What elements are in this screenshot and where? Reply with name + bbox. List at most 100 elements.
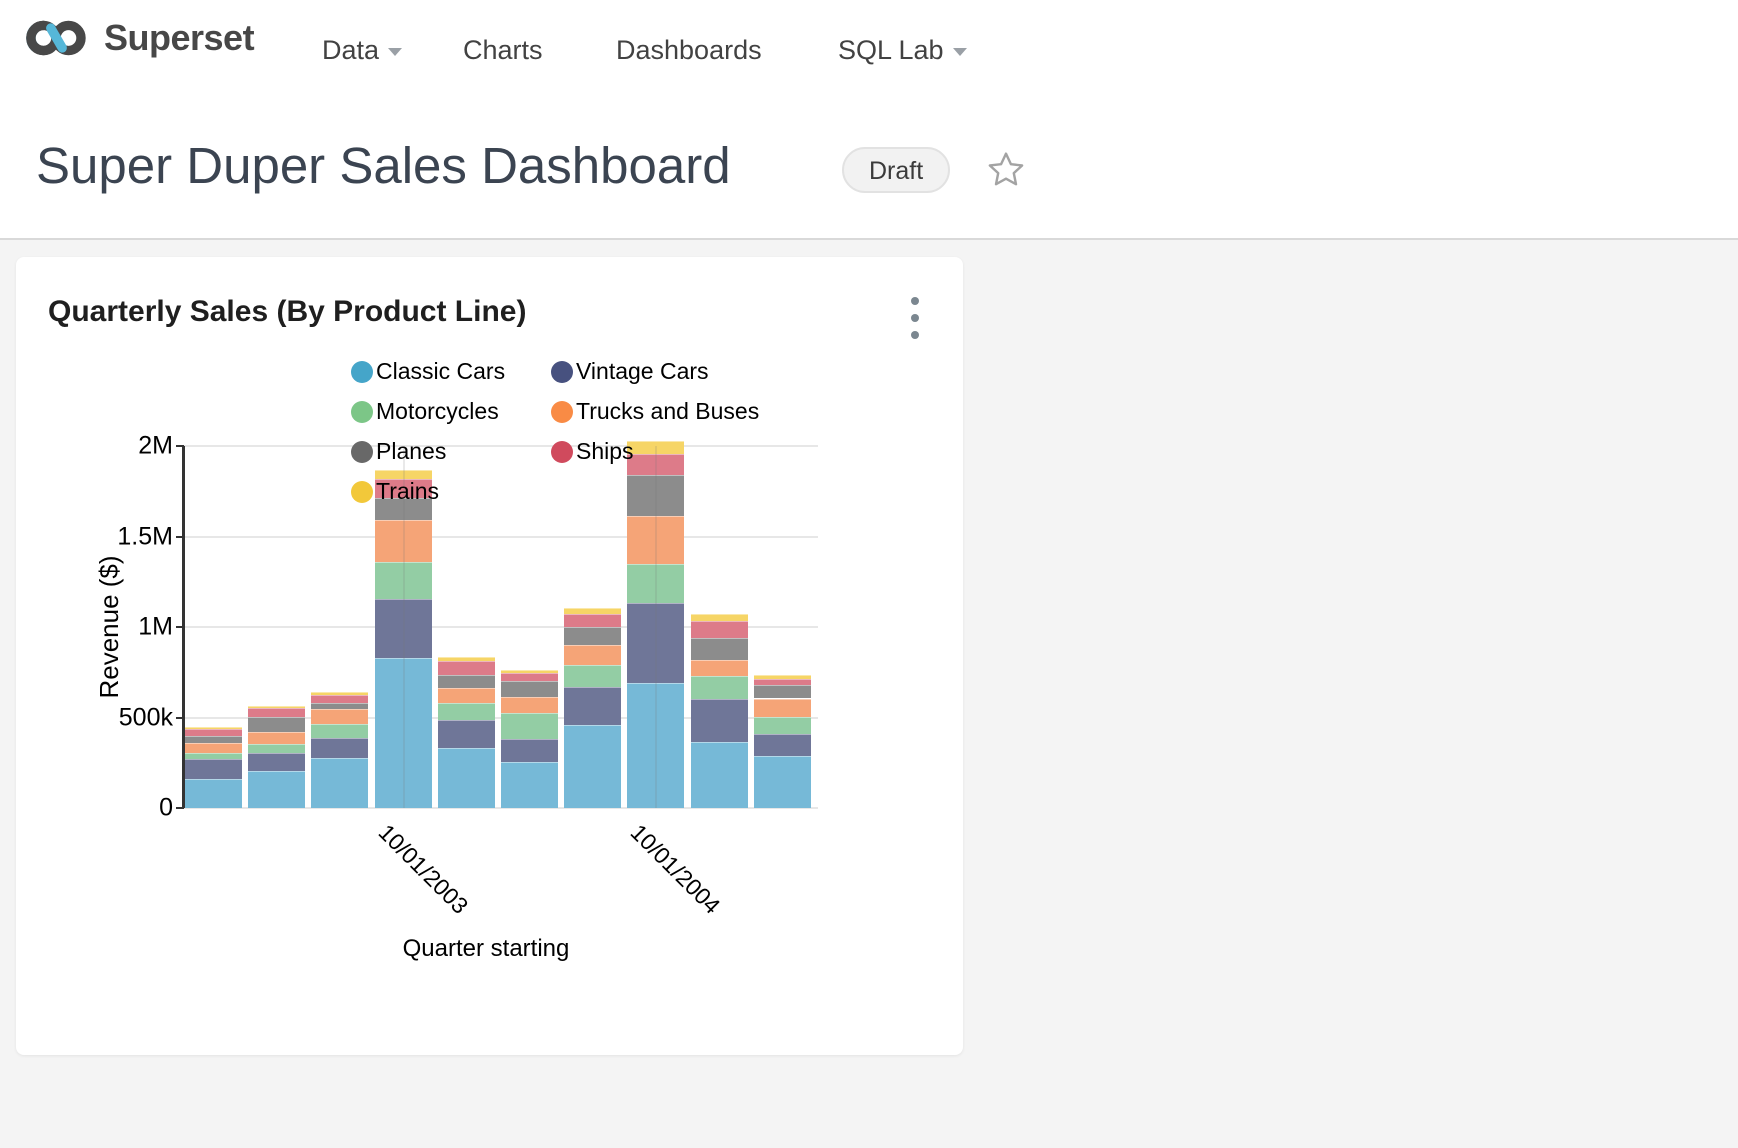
- bar-segment-trucks-and-buses[interactable]: [564, 645, 621, 665]
- bar-segment-planes[interactable]: [438, 675, 495, 688]
- legend-label: Ships: [576, 438, 634, 465]
- legend-item-trains[interactable]: Trains: [351, 478, 439, 505]
- bar-segment-ships[interactable]: [438, 661, 495, 675]
- legend-label: Classic Cars: [376, 358, 505, 385]
- bar-segment-planes[interactable]: [501, 681, 558, 696]
- bar-quarter-10[interactable]: [754, 675, 811, 808]
- bar-segment-planes[interactable]: [185, 736, 242, 743]
- legend-item-vintage-cars[interactable]: Vintage Cars: [551, 358, 709, 385]
- bar-segment-motorcycles[interactable]: [311, 724, 368, 738]
- x-tick-label: 10/01/2003: [372, 819, 472, 919]
- bar-segment-classic-cars[interactable]: [438, 748, 495, 808]
- bar-segment-motorcycles[interactable]: [564, 665, 621, 687]
- y-gridline: [183, 445, 818, 447]
- legend-item-classic-cars[interactable]: Classic Cars: [351, 358, 505, 385]
- nav-item-label: Charts: [463, 35, 543, 66]
- legend-swatch: [351, 401, 373, 423]
- bar-segment-classic-cars[interactable]: [564, 725, 621, 808]
- nav-item-charts[interactable]: Charts: [463, 0, 543, 100]
- bar-segment-trucks-and-buses[interactable]: [185, 743, 242, 753]
- superset-logo[interactable]: Superset: [22, 14, 254, 62]
- bar-segment-vintage-cars[interactable]: [754, 734, 811, 756]
- bar-segment-motorcycles[interactable]: [185, 753, 242, 759]
- bar-quarter-5[interactable]: [438, 657, 495, 808]
- legend-swatch: [351, 481, 373, 503]
- bar-segment-classic-cars[interactable]: [691, 742, 748, 808]
- legend-item-trucks-and-buses[interactable]: Trucks and Buses: [551, 398, 759, 425]
- bar-quarter-2[interactable]: [248, 706, 305, 808]
- bar-segment-trains[interactable]: [501, 670, 558, 674]
- bar-segment-classic-cars[interactable]: [311, 758, 368, 808]
- bar-segment-trains[interactable]: [438, 657, 495, 662]
- bar-segment-classic-cars[interactable]: [248, 771, 305, 808]
- y-tick-label: 1.5M: [73, 522, 173, 551]
- bar-segment-ships[interactable]: [185, 729, 242, 735]
- legend-item-ships[interactable]: Ships: [551, 438, 634, 465]
- bar-segment-planes[interactable]: [564, 627, 621, 645]
- bar-segment-motorcycles[interactable]: [501, 713, 558, 739]
- bar-segment-classic-cars[interactable]: [501, 762, 558, 808]
- legend-swatch: [551, 361, 573, 383]
- bar-segment-motorcycles[interactable]: [691, 676, 748, 700]
- bar-segment-ships[interactable]: [564, 614, 621, 627]
- bar-segment-ships[interactable]: [501, 673, 558, 681]
- bar-segment-trucks-and-buses[interactable]: [248, 732, 305, 744]
- nav-item-data[interactable]: Data: [322, 0, 402, 100]
- bar-segment-ships[interactable]: [691, 621, 748, 638]
- nav-item-label: Data: [322, 35, 379, 66]
- bar-segment-vintage-cars[interactable]: [311, 738, 368, 758]
- bar-segment-vintage-cars[interactable]: [691, 699, 748, 742]
- bar-segment-vintage-cars[interactable]: [438, 720, 495, 748]
- legend-item-planes[interactable]: Planes: [351, 438, 446, 465]
- legend-label: Motorcycles: [376, 398, 499, 425]
- bar-segment-trains[interactable]: [691, 614, 748, 620]
- bar-segment-motorcycles[interactable]: [754, 717, 811, 734]
- bar-segment-trucks-and-buses[interactable]: [311, 709, 368, 723]
- bar-segment-vintage-cars[interactable]: [248, 753, 305, 771]
- x-gridline: [655, 446, 657, 808]
- bar-segment-trucks-and-buses[interactable]: [691, 660, 748, 676]
- bar-segment-ships[interactable]: [311, 695, 368, 703]
- chevron-down-icon: [953, 48, 967, 56]
- status-badge: Draft: [842, 147, 950, 193]
- legend-item-motorcycles[interactable]: Motorcycles: [351, 398, 499, 425]
- bar-segment-vintage-cars[interactable]: [185, 759, 242, 779]
- stacked-bar-chart: 0500k1M1.5M2MRevenue ($)10/01/200310/01/…: [16, 257, 963, 1055]
- bar-segment-motorcycles[interactable]: [248, 744, 305, 753]
- bar-quarter-3[interactable]: [311, 692, 368, 808]
- bar-segment-trucks-and-buses[interactable]: [501, 697, 558, 713]
- bar-segment-vintage-cars[interactable]: [564, 687, 621, 725]
- bar-segment-trains[interactable]: [185, 727, 242, 730]
- bar-segment-classic-cars[interactable]: [754, 756, 811, 808]
- bar-segment-motorcycles[interactable]: [438, 703, 495, 720]
- bar-segment-trains[interactable]: [754, 675, 811, 679]
- bar-segment-vintage-cars[interactable]: [501, 739, 558, 762]
- bar-segment-trucks-and-buses[interactable]: [754, 699, 811, 717]
- legend-swatch: [351, 441, 373, 463]
- bar-quarter-7[interactable]: [564, 608, 621, 808]
- legend-swatch: [551, 401, 573, 423]
- bar-quarter-9[interactable]: [691, 614, 748, 808]
- dashboard-header: Super Duper Sales Dashboard Draft: [0, 100, 1738, 240]
- bar-quarter-1[interactable]: [185, 727, 242, 808]
- bar-segment-classic-cars[interactable]: [185, 779, 242, 808]
- favorite-star-icon[interactable]: [986, 150, 1026, 190]
- legend-label: Vintage Cars: [576, 358, 709, 385]
- bar-segment-trains[interactable]: [248, 706, 305, 709]
- y-axis-title: Revenue ($): [94, 555, 125, 698]
- brand-name: Superset: [104, 17, 254, 59]
- legend-label: Trucks and Buses: [576, 398, 759, 425]
- bar-segment-planes[interactable]: [311, 703, 368, 709]
- bar-quarter-6[interactable]: [501, 670, 558, 808]
- nav-item-dashboards[interactable]: Dashboards: [616, 0, 762, 100]
- nav-item-sql-lab[interactable]: SQL Lab: [838, 0, 967, 100]
- bar-segment-trucks-and-buses[interactable]: [438, 688, 495, 703]
- bar-segment-ships[interactable]: [248, 708, 305, 716]
- chart-card: Quarterly Sales (By Product Line) 0500k1…: [16, 257, 963, 1055]
- bar-segment-planes[interactable]: [691, 638, 748, 660]
- bar-segment-trains[interactable]: [311, 692, 368, 695]
- bar-segment-planes[interactable]: [248, 717, 305, 732]
- bar-segment-trains[interactable]: [564, 608, 621, 614]
- bar-segment-ships[interactable]: [754, 679, 811, 685]
- bar-segment-planes[interactable]: [754, 685, 811, 699]
